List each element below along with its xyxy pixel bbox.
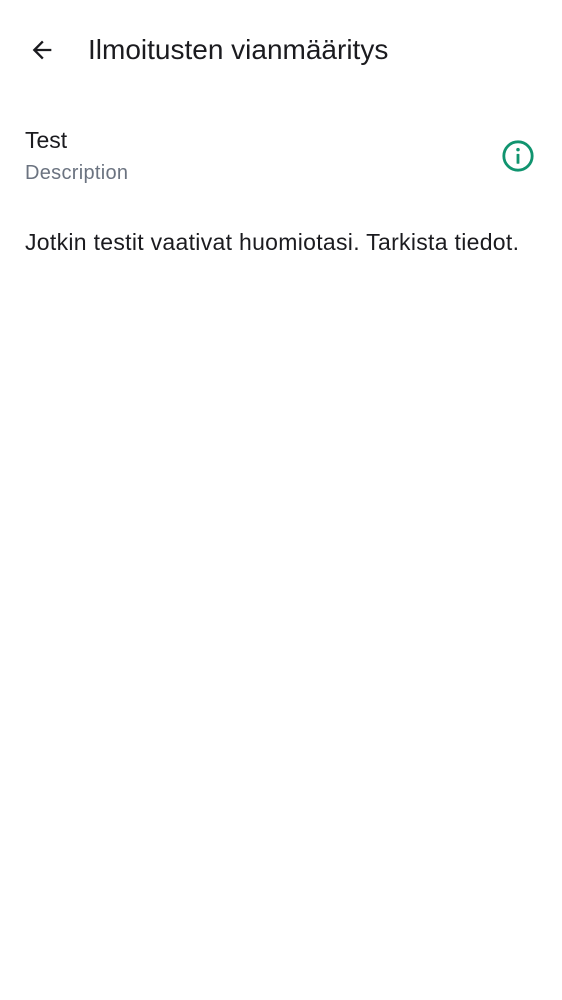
- attention-notice: Jotkin testit vaativat huomiotasi. Tarki…: [25, 229, 520, 255]
- test-title: Test: [25, 127, 68, 153]
- info-button[interactable]: [494, 132, 542, 180]
- test-list-item[interactable]: Test Description: [0, 116, 562, 196]
- info-icon: [501, 139, 535, 173]
- arrow-back-icon: [28, 36, 56, 64]
- app-bar: Ilmoitusten vianmääritys: [0, 0, 562, 100]
- page-title: Ilmoitusten vianmääritys: [88, 34, 389, 65]
- test-description: Description: [25, 162, 129, 184]
- back-button[interactable]: [18, 26, 66, 74]
